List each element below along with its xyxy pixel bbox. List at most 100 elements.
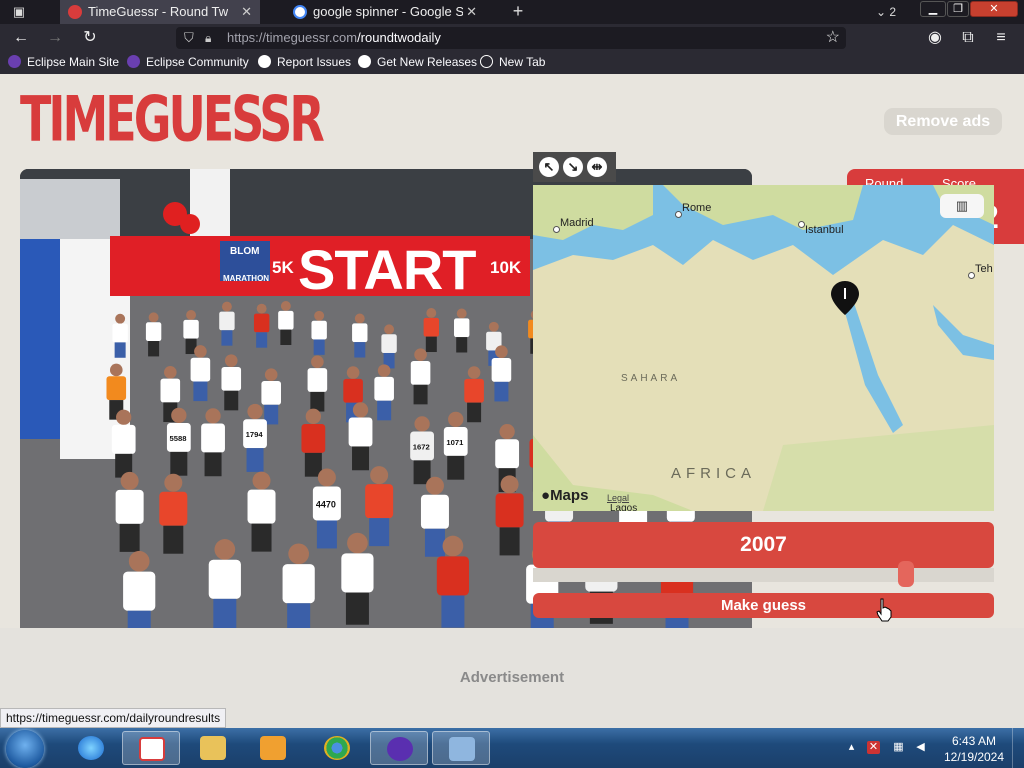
mail-icon xyxy=(139,737,165,761)
runner-head xyxy=(280,301,291,311)
year-slider[interactable] xyxy=(533,568,994,582)
runner-body xyxy=(436,556,470,596)
expand-down-right-icon[interactable]: ↘ xyxy=(563,157,583,177)
runner-legs xyxy=(287,603,311,628)
taskbar-media[interactable] xyxy=(244,731,302,765)
runner-legs xyxy=(310,391,325,412)
runner-body xyxy=(374,376,394,401)
forward-button[interactable]: → xyxy=(44,28,66,48)
runner-body xyxy=(341,553,374,593)
action-center-icon[interactable]: ✕ xyxy=(867,741,880,754)
runner-legs xyxy=(148,341,160,357)
runner-body xyxy=(454,318,470,338)
taskbar-firefox[interactable] xyxy=(370,731,428,765)
map-legal-link[interactable]: Legal xyxy=(607,493,629,503)
bookmark-eclipse-community[interactable]: Eclipse Community xyxy=(127,52,249,74)
runner-head xyxy=(377,364,391,377)
folder-icon xyxy=(200,736,226,760)
map-style-toggle[interactable]: ▥ xyxy=(940,194,984,218)
eclipse-icon xyxy=(127,55,140,68)
extensions-icon[interactable]: ⧉ xyxy=(957,28,979,48)
clock-date: 12/19/2024 xyxy=(943,750,1005,764)
account-icon[interactable]: ◉ xyxy=(924,28,946,48)
taskbar-gmail[interactable] xyxy=(122,731,180,765)
runner-body xyxy=(221,366,242,391)
runner-head xyxy=(224,354,238,367)
runner-head xyxy=(256,303,267,314)
menu-icon[interactable]: ≡ xyxy=(990,28,1012,48)
globe-icon xyxy=(480,55,493,68)
runner-legs xyxy=(204,452,222,477)
runner-legs xyxy=(256,332,268,348)
tracking-shield-icon[interactable]: ⛉ xyxy=(184,30,198,46)
remove-ads-button[interactable]: Remove ads xyxy=(884,108,1002,135)
runner-body xyxy=(348,417,373,447)
runner-body xyxy=(183,319,199,339)
guess-map[interactable]: Madrid Rome Istanbul Teh SAHARA AFRICA L… xyxy=(533,185,994,511)
show-desktop-button[interactable] xyxy=(1012,728,1024,768)
runner-head xyxy=(128,550,150,572)
runner-legs xyxy=(494,381,509,402)
taskbar-chrome[interactable] xyxy=(308,731,366,765)
tab-count: 2 xyxy=(889,5,897,19)
runner-body xyxy=(253,313,270,333)
bookmark-new-tab[interactable]: New Tab xyxy=(480,52,545,74)
runner-legs xyxy=(377,400,392,421)
lock-icon[interactable]: 🔒︎ xyxy=(205,30,217,46)
runner-head xyxy=(499,423,515,440)
github-icon xyxy=(358,55,371,68)
address-bar[interactable]: ⛉ 🔒︎ https://timeguessr.com/roundtwodail… xyxy=(176,27,846,49)
runner-body xyxy=(112,323,128,343)
bookmark-get-new-releases[interactable]: Get New Releases xyxy=(358,52,477,74)
taskbar-ie[interactable] xyxy=(62,731,120,765)
runner-head xyxy=(414,348,427,361)
runner-body xyxy=(247,489,276,524)
bookmark-report-issues[interactable]: Report Issues xyxy=(258,52,351,74)
taskbar-explorer[interactable] xyxy=(184,731,242,765)
runner-body xyxy=(160,378,181,403)
runner-head xyxy=(186,310,197,320)
maximize-button[interactable]: ❐ xyxy=(947,1,969,17)
runner-legs xyxy=(313,339,325,355)
bookmark-eclipse-main[interactable]: Eclipse Main Site xyxy=(8,52,119,74)
expand-up-left-icon[interactable]: ↖ xyxy=(539,157,559,177)
year-slider-thumb[interactable] xyxy=(897,561,914,587)
taskbar-control-panel[interactable] xyxy=(432,731,490,765)
close-tab-icon[interactable]: ✕ xyxy=(466,0,477,24)
apple-icon: ● xyxy=(541,487,551,504)
nav-toolbar: ← → ↻ ⛉ 🔒︎ https://timeguessr.com/roundt… xyxy=(0,24,1024,52)
new-tab-button[interactable]: + xyxy=(508,0,528,24)
list-all-tabs-button[interactable]: ⌄ 2 xyxy=(876,0,896,24)
bookmark-star-icon[interactable]: ☆ xyxy=(826,28,840,48)
runner-body xyxy=(190,357,211,382)
show-hidden-icons-icon[interactable]: ▴ xyxy=(845,741,858,754)
close-tab-icon[interactable]: ✕ xyxy=(241,0,252,24)
pin-map-icon[interactable]: ⇹ xyxy=(587,157,607,177)
runner-body xyxy=(495,493,524,528)
volume-icon[interactable]: ◀ xyxy=(914,741,927,754)
guess-pin-icon[interactable] xyxy=(831,281,859,315)
city-dot xyxy=(968,272,975,279)
firefox-view-icon[interactable]: ▣ xyxy=(4,2,34,22)
hand-cursor-icon xyxy=(876,598,892,622)
city-dot xyxy=(675,211,682,218)
reload-button[interactable]: ↻ xyxy=(79,28,101,48)
url-text[interactable]: https://timeguessr.com/roundtwodaily xyxy=(227,27,441,49)
runner-body xyxy=(145,322,162,342)
runner-body xyxy=(307,368,328,392)
tab-timeguessr[interactable]: TimeGuessr - Round Two ✕ xyxy=(60,0,260,24)
close-window-button[interactable]: ✕ xyxy=(970,1,1018,17)
back-button[interactable]: ← xyxy=(10,28,32,48)
banner-start: START xyxy=(298,238,476,301)
start-button[interactable] xyxy=(6,730,44,768)
make-guess-button[interactable]: Make guess xyxy=(533,593,994,618)
runner-head xyxy=(264,368,278,382)
tab-google[interactable]: google spinner - Google Sea ✕ xyxy=(285,0,485,24)
system-clock[interactable]: 6:43 AM 12/19/2024 xyxy=(939,733,1009,765)
network-icon[interactable]: ▦ xyxy=(892,741,905,754)
runner-head xyxy=(221,301,232,312)
runner-legs xyxy=(447,455,465,480)
minimize-button[interactable]: ▁ xyxy=(920,1,946,17)
runner-bib: 1672 xyxy=(413,442,430,451)
timeguessr-logo[interactable]: TIMEGUESSR xyxy=(20,88,325,150)
